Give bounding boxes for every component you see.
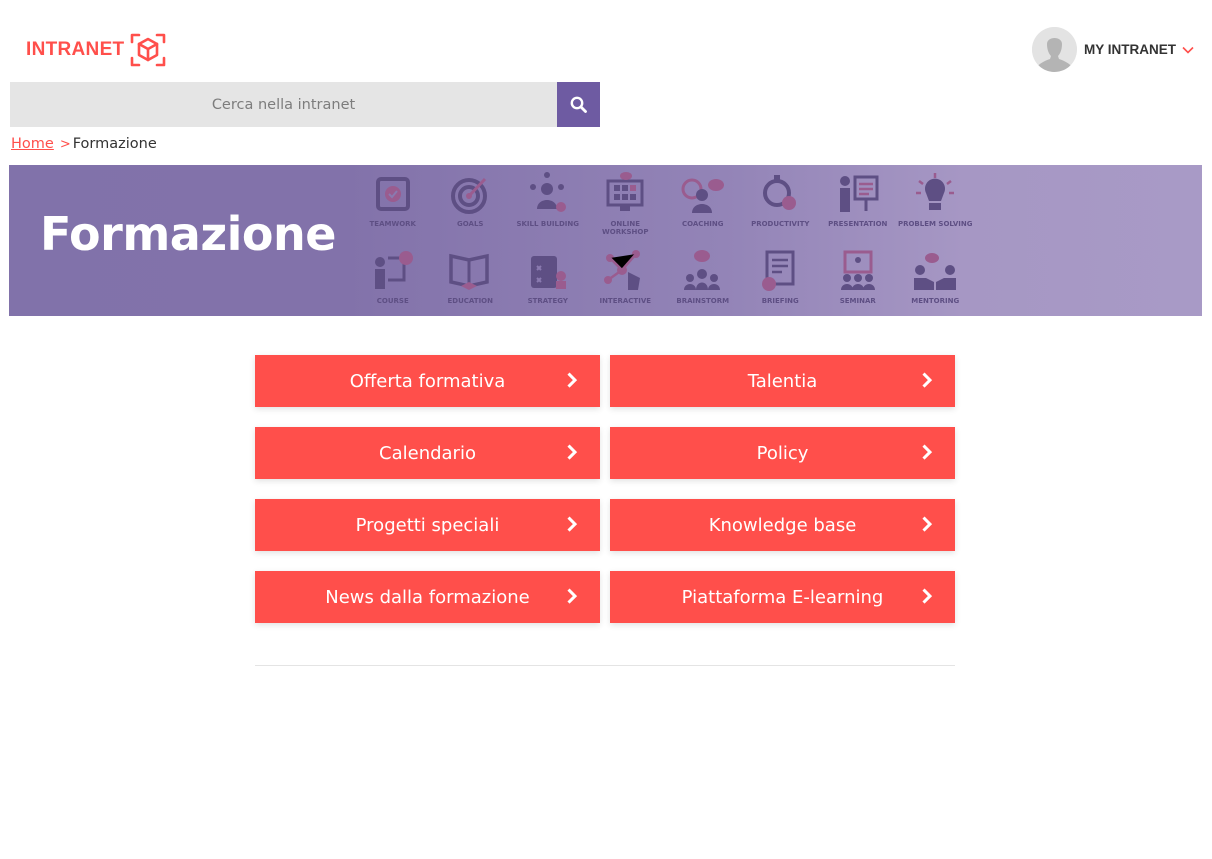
banner-icon-item: ONLINE WORKSHOP (587, 165, 665, 242)
tile-label: Piattaforma E-learning (681, 586, 884, 608)
online-workshop-icon (606, 172, 644, 211)
intranet-logo[interactable]: INTRANET (26, 32, 166, 68)
banner-icon-label: EDUCATION (447, 297, 493, 305)
banner-icon-item: BRIEFING (742, 242, 820, 316)
banner-icon-label: INTERACTIVE (599, 297, 652, 305)
banner-icon-item: SKILL BUILDING (509, 165, 587, 242)
seminar-icon (840, 250, 875, 290)
chevron-right-icon (567, 516, 578, 532)
tile-piattaforma-e-learning[interactable]: Piattaforma E-learning (610, 571, 955, 623)
banner-icon-item: GOALS (432, 165, 510, 242)
banner-icon-label: BRIEFING (761, 297, 799, 305)
banner-icon-item: COURSE (354, 242, 432, 316)
tile-policy[interactable]: Policy (610, 427, 955, 479)
banner-icon-label: COURSE (376, 297, 409, 305)
chevron-down-icon[interactable] (1182, 46, 1194, 54)
banner-icon-label: SKILL BUILDING (516, 220, 580, 228)
skill-building-icon (529, 172, 566, 212)
search-bar (10, 82, 600, 127)
banner-icon-label: GOALS (457, 220, 484, 228)
breadcrumb: Home > Formazione (11, 136, 157, 152)
productivity-icon (763, 175, 797, 210)
tile-talentia[interactable]: Talentia (610, 355, 955, 407)
search-icon (570, 96, 587, 113)
interactive-icon (604, 250, 641, 290)
chevron-right-icon (922, 516, 933, 532)
tile-progetti-speciali[interactable]: Progetti speciali (255, 499, 600, 551)
banner-icon-label: PROBLEM SOLVING (897, 220, 973, 228)
divider (255, 665, 955, 666)
breadcrumb-current: Formazione (72, 136, 157, 152)
tile-label: Calendario (379, 442, 476, 464)
banner-icon-label: PRESENTATION (828, 220, 888, 228)
chevron-right-icon (922, 372, 933, 388)
banner-icon-label: PRODUCTIVITY (751, 220, 810, 228)
banner-icon-item: MENTORING (897, 242, 975, 316)
chevron-right-icon (567, 588, 578, 604)
banner-icon-label: TEAMWORK (369, 220, 416, 228)
banner-icon-item: COACHING (664, 165, 742, 242)
my-intranet-label[interactable]: MY INTRANET (1084, 42, 1176, 57)
logo-text: INTRANET (26, 39, 125, 60)
banner-icon-label: SEMINAR (839, 297, 876, 305)
page-banner: Formazione TEAMWORK GOALS SKILL BUILDING ON… (9, 165, 1202, 316)
search-input[interactable] (10, 82, 557, 127)
tile-label: Talentia (747, 370, 818, 392)
briefing-icon (762, 250, 795, 291)
section-links-grid: Offerta formativa Talentia Calendario Po… (255, 355, 955, 623)
cube-icon (131, 33, 166, 67)
user-silhouette-icon (1032, 27, 1077, 72)
tile-label: Policy (756, 442, 809, 464)
banner-icon-item: TEAMWORK (354, 165, 432, 242)
banner-icon-item: PROBLEM SOLVING (897, 165, 975, 242)
tile-label: Knowledge base (708, 514, 857, 536)
tile-calendario[interactable]: Calendario (255, 427, 600, 479)
chevron-right-icon (567, 444, 578, 460)
chevron-right-icon (922, 588, 933, 604)
banner-icon-item: SEMINAR (819, 242, 897, 316)
banner-icon-label: BRAINSTORM (676, 297, 730, 305)
brainstorm-icon (683, 250, 720, 290)
mentoring-icon (914, 253, 957, 290)
education-icon (449, 253, 489, 290)
tile-label: News dalla formazione (325, 586, 530, 608)
banner-icon-label: ONLINE WORKSHOP (602, 220, 649, 236)
banner-illustration: TEAMWORK GOALS SKILL BUILDING ONLINE WORKSH… (354, 165, 974, 316)
banner-icon-label: COACHING (681, 220, 724, 228)
coaching-icon (681, 178, 724, 213)
chevron-right-icon (567, 372, 578, 388)
banner-icon-item: STRATEGY (509, 242, 587, 316)
banner-icon-label: STRATEGY (527, 297, 568, 305)
banner-icon-item: INTERACTIVE (587, 242, 665, 316)
tile-offerta-formativa[interactable]: Offerta formativa (255, 355, 600, 407)
chevron-right-icon (922, 444, 933, 460)
breadcrumb-home-link[interactable]: Home (11, 136, 54, 152)
banner-icon-item: BRAINSTORM (664, 242, 742, 316)
tile-news-dalla-formazione[interactable]: News dalla formazione (255, 571, 600, 623)
goals-icon (451, 177, 488, 214)
tile-label: Progetti speciali (355, 514, 500, 536)
teamwork-icon (375, 177, 410, 211)
presentation-icon (839, 175, 879, 212)
search-button[interactable] (557, 82, 600, 127)
strategy-icon (530, 256, 566, 289)
banner-icon-item: EDUCATION (432, 242, 510, 316)
banner-icon-label: MENTORING (911, 297, 960, 305)
tile-label: Offerta formativa (349, 370, 506, 392)
problem-solving-icon (916, 173, 955, 210)
banner-icon-item: PRODUCTIVITY (742, 165, 820, 242)
tile-knowledge-base[interactable]: Knowledge base (610, 499, 955, 551)
page-title: Formazione (40, 207, 336, 261)
banner-icon-item: PRESENTATION (819, 165, 897, 242)
avatar[interactable] (1032, 27, 1077, 72)
my-intranet-menu[interactable]: MY INTRANET (1032, 27, 1194, 72)
course-icon (374, 251, 413, 289)
breadcrumb-separator-icon: > (59, 136, 71, 152)
